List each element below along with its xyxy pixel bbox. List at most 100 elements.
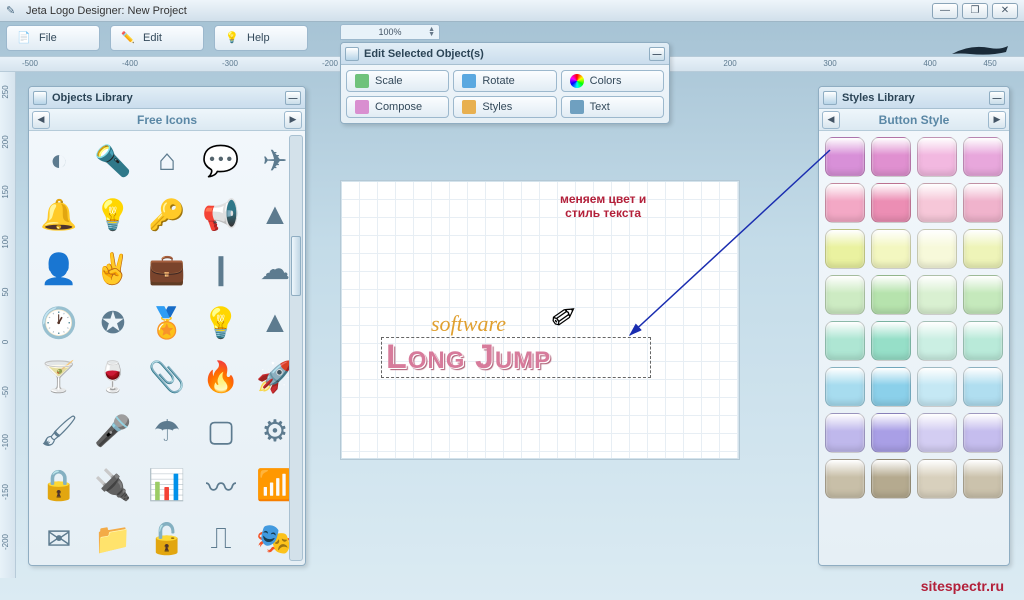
style-swatch-21[interactable] xyxy=(871,367,911,407)
style-swatch-31[interactable] xyxy=(963,459,1003,499)
style-swatch-14[interactable] xyxy=(917,275,957,315)
panel-header[interactable]: Styles Library — xyxy=(819,87,1009,109)
icon-screw[interactable]: ❙ xyxy=(195,243,247,295)
style-swatch-2[interactable] xyxy=(917,137,957,177)
style-swatch-23[interactable] xyxy=(963,367,1003,407)
zoom-spinner-icon[interactable]: ▲▼ xyxy=(428,27,435,37)
birdhouse-icon: ⌂ xyxy=(151,145,183,177)
icon-megaphone[interactable]: 📢 xyxy=(195,189,247,241)
style-swatch-5[interactable] xyxy=(871,183,911,223)
icon-person[interactable]: 👤 xyxy=(33,243,85,295)
style-swatch-17[interactable] xyxy=(871,321,911,361)
icon-key[interactable]: 🔑 xyxy=(141,189,193,241)
next-category-button[interactable]: ▶ xyxy=(988,111,1006,129)
style-swatch-24[interactable] xyxy=(825,413,865,453)
minimize-button[interactable]: — xyxy=(932,3,958,19)
close-button[interactable]: ✕ xyxy=(992,3,1018,19)
panel-header[interactable]: Edit Selected Object(s) — xyxy=(341,43,669,65)
style-swatch-4[interactable] xyxy=(825,183,865,223)
style-swatch-16[interactable] xyxy=(825,321,865,361)
style-swatch-9[interactable] xyxy=(871,229,911,269)
canvas[interactable]: software ✏ Long Jump xyxy=(340,180,740,460)
next-category-button[interactable]: ▶ xyxy=(284,111,302,129)
panel-minimize-button[interactable]: — xyxy=(285,91,301,105)
icon-briefcase[interactable]: 💼 xyxy=(141,243,193,295)
help-menu[interactable]: 💡Help xyxy=(214,25,308,51)
style-swatch-19[interactable] xyxy=(963,321,1003,361)
compose-button[interactable]: Compose xyxy=(346,96,449,118)
style-swatch-1[interactable] xyxy=(871,137,911,177)
style-swatch-29[interactable] xyxy=(871,459,911,499)
colors-button[interactable]: Colors xyxy=(561,70,664,92)
style-swatch-10[interactable] xyxy=(917,229,957,269)
icon-chart[interactable]: 📊 xyxy=(141,459,193,511)
style-swatch-13[interactable] xyxy=(871,275,911,315)
style-swatch-22[interactable] xyxy=(917,367,957,407)
icon-birdhouse[interactable]: ⌂ xyxy=(141,135,193,187)
scrollbar-thumb[interactable] xyxy=(291,236,301,296)
icon-folder[interactable]: 📁 xyxy=(87,513,139,565)
icon-badge[interactable]: ✪ xyxy=(87,297,139,349)
icon-pacman[interactable]: ◐ xyxy=(33,135,85,187)
style-swatch-26[interactable] xyxy=(917,413,957,453)
style-swatch-27[interactable] xyxy=(963,413,1003,453)
icon-umbrella[interactable]: ☂ xyxy=(141,405,193,457)
footer-credit: sitespectr.ru xyxy=(921,578,1004,594)
style-swatch-11[interactable] xyxy=(963,229,1003,269)
icon-clock[interactable]: 🕐 xyxy=(33,297,85,349)
icon-mic[interactable]: 🎤 xyxy=(87,405,139,457)
icon-bell[interactable]: 🔔 xyxy=(33,189,85,241)
zoom-control[interactable]: 100% ▲▼ xyxy=(340,24,440,40)
app-icon: ✎ xyxy=(6,4,20,18)
icon-lock[interactable]: 🔒 xyxy=(33,459,85,511)
panel-minimize-button[interactable]: — xyxy=(649,47,665,61)
icon-lamp[interactable]: 💡 xyxy=(195,297,247,349)
icon-fire[interactable]: 🔥 xyxy=(195,351,247,403)
styles-button[interactable]: Styles xyxy=(453,96,556,118)
style-swatch-28[interactable] xyxy=(825,459,865,499)
style-swatch-3[interactable] xyxy=(963,137,1003,177)
style-swatch-0[interactable] xyxy=(825,137,865,177)
icon-chat[interactable]: 💬 xyxy=(195,135,247,187)
scale-button[interactable]: Scale xyxy=(346,70,449,92)
icon-cocktail[interactable]: 🍷 xyxy=(87,351,139,403)
badge-icon: ✪ xyxy=(97,307,129,339)
icon-padlock[interactable]: 🔓 xyxy=(141,513,193,565)
style-swatch-25[interactable] xyxy=(871,413,911,453)
panel-header[interactable]: Objects Library — xyxy=(29,87,305,109)
file-icon: 📄 xyxy=(17,31,31,45)
style-swatch-7[interactable] xyxy=(963,183,1003,223)
style-swatch-8[interactable] xyxy=(825,229,865,269)
style-swatch-30[interactable] xyxy=(917,459,957,499)
icon-frame[interactable]: ▢ xyxy=(195,405,247,457)
style-swatch-15[interactable] xyxy=(963,275,1003,315)
icon-mail[interactable]: ✉ xyxy=(33,513,85,565)
rss-icon: 📶 xyxy=(259,469,291,501)
icon-martini[interactable]: 🍸 xyxy=(33,351,85,403)
prev-category-button[interactable]: ◀ xyxy=(822,111,840,129)
logo-object[interactable]: software ✏ Long Jump xyxy=(381,311,651,378)
style-swatch-20[interactable] xyxy=(825,367,865,407)
icon-pulse[interactable]: ⎍ xyxy=(195,513,247,565)
file-menu[interactable]: 📄File xyxy=(6,25,100,51)
logo-main-text[interactable]: Long Jump xyxy=(381,337,651,378)
scrollbar[interactable] xyxy=(289,135,303,561)
prev-category-button[interactable]: ◀ xyxy=(32,111,50,129)
style-swatch-18[interactable] xyxy=(917,321,957,361)
icon-peace[interactable]: ✌ xyxy=(87,243,139,295)
peace-icon: ✌ xyxy=(97,253,129,285)
icon-award[interactable]: 🏅 xyxy=(141,297,193,349)
rotate-button[interactable]: Rotate xyxy=(453,70,556,92)
icon-plug[interactable]: 🔌 xyxy=(87,459,139,511)
maximize-button[interactable]: ❐ xyxy=(962,3,988,19)
style-swatch-6[interactable] xyxy=(917,183,957,223)
icon-clip[interactable]: 📎 xyxy=(141,351,193,403)
text-button[interactable]: Text xyxy=(561,96,664,118)
icon-ekg[interactable]: 〰 xyxy=(195,459,247,511)
icon-flashlight[interactable]: 🔦 xyxy=(87,135,139,187)
panel-minimize-button[interactable]: — xyxy=(989,91,1005,105)
icon-bulb[interactable]: 💡 xyxy=(87,189,139,241)
edit-menu[interactable]: ✏️Edit xyxy=(110,25,204,51)
style-swatch-12[interactable] xyxy=(825,275,865,315)
icon-roller[interactable]: 🖌 xyxy=(33,405,85,457)
